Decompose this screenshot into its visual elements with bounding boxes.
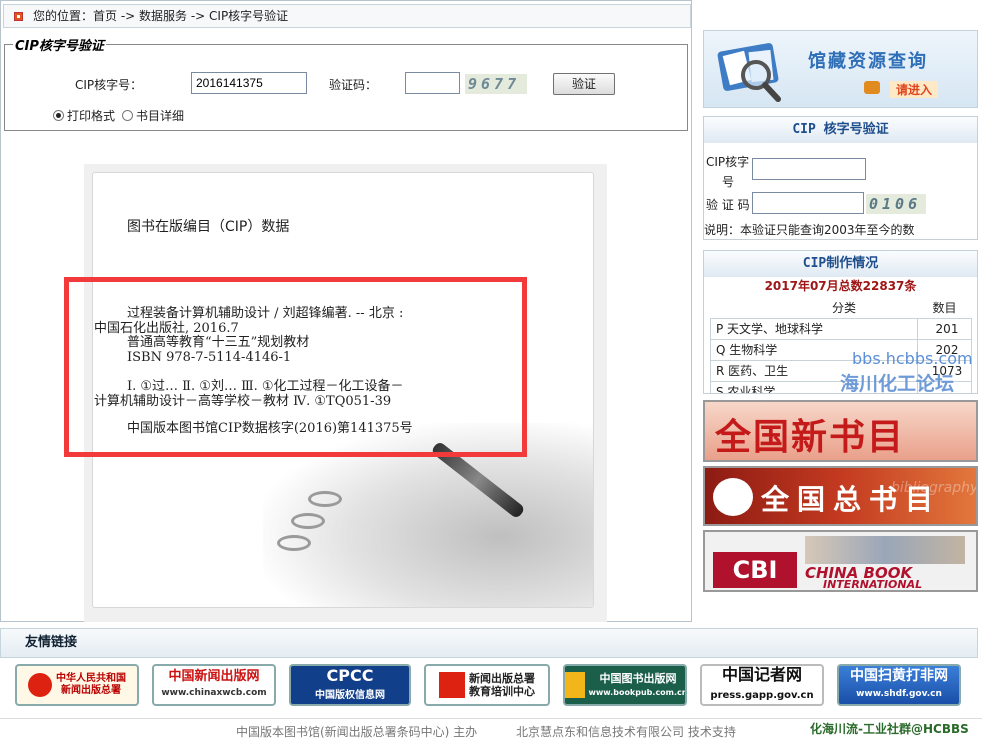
sidebar-cip-stats: CIP制作情况 2017年07月总数22837条 分类 数目 P 天文学、地球科学… [703, 250, 978, 394]
watermark-name: 海川化工论坛 [840, 373, 955, 394]
banner-national-new-books[interactable]: 全国新书目 [703, 400, 978, 462]
logo-line: 新闻出版总署 [61, 685, 121, 696]
radio-print-label: 打印格式 [67, 109, 116, 123]
stats-header-row: 分类 数目 [711, 297, 972, 318]
banner-national-bibliography[interactable]: 全国总书目 bibliography [703, 466, 978, 526]
cip-verify-form: CIP核字号验证 CIP核字号： 验证码： 9677 验证 打印格式 书目详细 [4, 35, 688, 131]
main-panel: 您的位置：首页 -> 数据服务 -> CIP核字号验证 CIP核字号验证 CIP… [0, 0, 692, 622]
national-emblem-icon [28, 673, 52, 697]
logo-training-center[interactable]: 新闻出版总署 教育培训中心 [424, 664, 550, 706]
logo-line: www.chinaxwcb.com [161, 688, 267, 698]
cbi-badge: CBI [713, 552, 797, 588]
highlight-box [64, 277, 527, 457]
sidebar-cip-verify: CIP 核字号验证 CIP核字 号 验 证 码 0106 说明：本验证只能查询2… [703, 116, 978, 240]
radio-book-detail[interactable]: 书目详细 [122, 107, 184, 124]
logo-shdf[interactable]: 中国扫黄打非网 www.shdf.gov.cn [837, 664, 961, 706]
friend-links-header: 友情链接 [0, 628, 978, 658]
book-magnifier-icon [717, 43, 781, 102]
sidebar-captcha-image[interactable]: 0106 [866, 194, 926, 214]
logo-line: www.bookpub.com.cn [588, 687, 687, 697]
breadcrumb-text: 您的位置：首页 -> 数据服务 -> CIP核字号验证 [33, 9, 289, 23]
location-icon [14, 12, 23, 21]
cip-number-label: CIP核字号： [75, 78, 143, 92]
footer: 中国版本图书馆(新闻出版总署条码中心) 主办 北京慧点东和信息技术有限公司 技术… [0, 718, 982, 743]
breadcrumb: 您的位置：首页 -> 数据服务 -> CIP核字号验证 [3, 4, 691, 28]
watermark-url: bbs.hcbbs.com [852, 349, 973, 368]
stats-col-category: 分类 [831, 300, 856, 315]
logo-line: 中国扫黄打非网 [850, 668, 948, 684]
sidebar-captcha-label: 验 证 码 [706, 198, 750, 212]
form-legend: CIP核字号验证 [15, 39, 104, 54]
stats-col-count: 数目 [932, 300, 957, 315]
banner-bibliography-sub: bibliography [891, 480, 978, 496]
logo-line: 中国新闻出版网 [168, 669, 260, 684]
stats-count: 201 [917, 317, 972, 340]
enter-link[interactable]: 请进入 [890, 81, 939, 98]
footer-host: 中国版本图书馆(新闻出版总署条码中心) 主办 [236, 725, 478, 739]
logo-press-gapp[interactable]: 中国记者网 press.gapp.gov.cn [700, 664, 824, 706]
sidebar-cip-label: CIP核字 [706, 155, 750, 169]
logo-line: 教育培训中心 [469, 685, 535, 698]
table-row: P 天文学、地球科学 201 [710, 317, 972, 340]
logo-line: 中国记者网 [721, 664, 802, 684]
library-search-title: 馆藏资源查询 [808, 51, 928, 72]
stats-title: CIP制作情况 [704, 251, 977, 277]
footer-support: 北京慧点东和信息技术有限公司 技术支持 [516, 725, 736, 739]
banner-china-book-international[interactable]: CBI CHINA BOOK INTERNATIONAL [703, 530, 978, 592]
logo-line: www.shdf.gov.cn [856, 689, 942, 699]
book-covers-strip [805, 536, 965, 564]
logo-bookpub[interactable]: 中国图书出版网 www.bookpub.com.cn [563, 664, 687, 706]
sidebar-cip-input[interactable] [752, 158, 866, 180]
cbi-subtitle: INTERNATIONAL [823, 578, 923, 591]
sidebar-cip-title: CIP 核字号验证 [704, 117, 977, 143]
sidebar-cip-label-2: 号 [722, 175, 735, 189]
radio-unselected-icon[interactable] [122, 110, 133, 121]
check-mark-icon [439, 672, 465, 698]
banner-new-books-text: 全国新书目 [715, 416, 906, 458]
logo-line: 中国图书出版网 [599, 671, 677, 685]
cip-heading: 图书在版编目（CIP）数据 [127, 219, 290, 235]
stats-category: P 天文学、地球科学 [710, 317, 918, 340]
cip-number-input[interactable] [191, 72, 307, 94]
logo-line: 中华人民共和国 [56, 673, 126, 684]
logo-line: CPCC [326, 665, 374, 685]
radio-detail-label: 书目详细 [136, 109, 185, 123]
binder-ring-icon [277, 535, 311, 551]
friend-links-title: 友情链接 [25, 635, 78, 650]
logo-cpcc[interactable]: CPCC 中国版权信息网 [289, 664, 411, 706]
hand-pointer-icon [864, 81, 880, 94]
captcha-image[interactable]: 9677 [465, 74, 527, 94]
footer-watermark: 化海川流-工业社群@HCBBS [810, 722, 969, 736]
binder-ring-icon [308, 491, 342, 507]
logo-line: 新闻出版总署 [469, 672, 535, 685]
captcha-input[interactable] [405, 72, 460, 94]
logo-chinaxwcb[interactable]: 中国新闻出版网 www.chinaxwcb.com [152, 664, 276, 706]
stats-summary: 2017年07月总数22837条 [764, 279, 917, 293]
sidebar-cip-note: 说明：本验证只能查询2003年至今的数 [704, 223, 915, 237]
sidebar-captcha-input[interactable] [752, 192, 864, 214]
book-logo-icon [565, 672, 585, 698]
library-search-banner[interactable]: 馆藏资源查询 请进入 [703, 30, 978, 108]
logo-line: press.gapp.gov.cn [710, 689, 814, 701]
radio-print-format[interactable]: 打印格式 [53, 107, 115, 124]
binder-ring-icon [291, 513, 325, 529]
logo-line: 中国版权信息网 [315, 689, 385, 701]
captcha-label: 验证码： [329, 78, 378, 92]
verify-button[interactable]: 验证 [553, 73, 615, 95]
radio-selected-icon[interactable] [53, 110, 64, 121]
bibliography-logo-icon [713, 478, 753, 516]
logo-gapp[interactable]: 中华人民共和国 新闻出版总署 [15, 664, 139, 706]
